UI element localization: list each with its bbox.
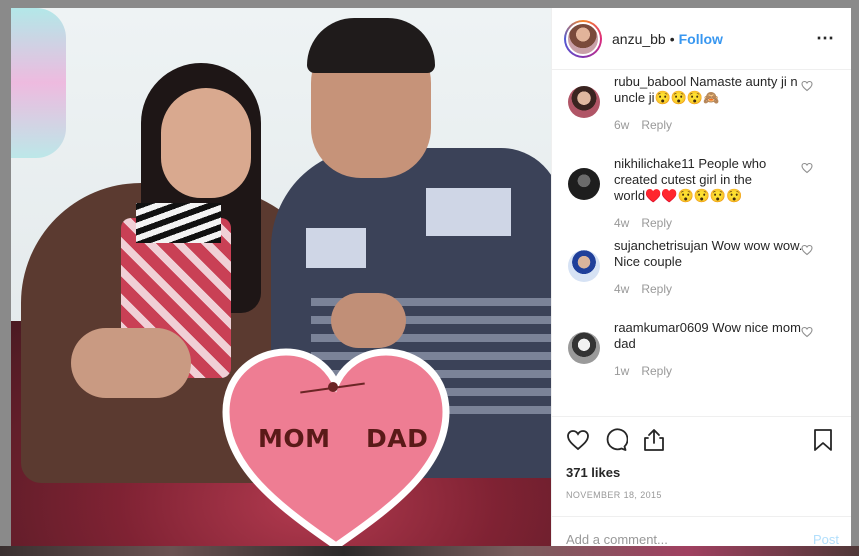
reply-button[interactable]: Reply xyxy=(641,282,672,296)
comment-time[interactable]: 6w xyxy=(614,118,629,132)
post-date: NOVEMBER 18, 2015 xyxy=(566,490,662,500)
background-feed-strip xyxy=(0,546,859,556)
bookmark-icon[interactable] xyxy=(811,428,835,452)
action-bar xyxy=(566,427,835,453)
comment-item: nikhilichake11 People who created cutest… xyxy=(568,152,835,234)
photo-man-hair xyxy=(307,18,435,73)
author-username[interactable]: anzu_bb xyxy=(612,31,666,47)
author-avatar[interactable] xyxy=(564,19,602,58)
heart-sign: MOM DAD xyxy=(218,346,454,548)
commenter-avatar[interactable] xyxy=(568,86,600,118)
reply-button[interactable]: Reply xyxy=(641,364,672,378)
post-modal: MOM DAD anzu_bb • Follow ⋯ rubu_babool N… xyxy=(11,8,851,548)
comment-item: raamkumar0609 Wow nice mom dad 1w Reply xyxy=(568,316,835,398)
heart-label-right: DAD xyxy=(366,424,429,453)
photo-woman-collar xyxy=(136,203,221,243)
commenter-avatar[interactable] xyxy=(568,332,600,364)
post-photo[interactable]: MOM DAD xyxy=(11,8,551,548)
photo-sweater-pattern xyxy=(426,188,511,236)
reply-button[interactable]: Reply xyxy=(641,216,672,230)
heart-outline-icon[interactable] xyxy=(801,326,813,338)
comment-item: sujanchetrisujan Wow wow wow. Nice coupl… xyxy=(568,234,835,316)
follow-button[interactable]: Follow xyxy=(679,31,723,47)
heart-label-left: MOM xyxy=(258,424,331,453)
comment-time[interactable]: 1w xyxy=(614,364,629,378)
comment-username[interactable]: rubu_babool xyxy=(614,74,686,89)
post-header: anzu_bb • Follow ⋯ xyxy=(552,8,851,70)
comment-item: rubu_babool Namaste aunty ji n uncle ji😯… xyxy=(568,70,835,152)
heart-outline-icon[interactable] xyxy=(566,428,590,452)
post-side-panel: anzu_bb • Follow ⋯ rubu_babool Namaste a… xyxy=(551,8,851,548)
heart-outline-icon[interactable] xyxy=(801,80,813,92)
comment-icon[interactable] xyxy=(604,428,628,452)
commenter-avatar[interactable] xyxy=(568,168,600,200)
heart-outline-icon[interactable] xyxy=(801,244,813,256)
photo-sweater-pattern xyxy=(306,228,366,268)
comment-time[interactable]: 4w xyxy=(614,282,629,296)
reply-button[interactable]: Reply xyxy=(641,118,672,132)
commenter-avatar[interactable] xyxy=(568,250,600,282)
comments-list[interactable]: rubu_babool Namaste aunty ji n uncle ji😯… xyxy=(552,70,851,416)
comment-username[interactable]: nikhilichake11 xyxy=(614,156,695,171)
post-actions: 371 likes NOVEMBER 18, 2015 Post xyxy=(552,416,851,548)
heart-nail xyxy=(328,382,338,392)
photo-woman-face xyxy=(161,88,251,198)
comment-username[interactable]: raamkumar0609 xyxy=(614,320,709,335)
likes-count[interactable]: 371 likes xyxy=(566,465,835,480)
heart-outline-icon[interactable] xyxy=(801,162,813,174)
ellipsis-icon[interactable]: ⋯ xyxy=(816,28,835,49)
photo-decoration xyxy=(11,8,66,158)
comment-username[interactable]: sujanchetrisujan xyxy=(614,238,708,253)
photo-hands xyxy=(71,328,191,398)
header-separator: • xyxy=(669,30,675,47)
photo-hand xyxy=(331,293,406,348)
comment-time[interactable]: 4w xyxy=(614,216,629,230)
post-comment-button[interactable]: Post xyxy=(813,532,839,547)
share-icon[interactable] xyxy=(642,428,666,452)
add-comment-input[interactable] xyxy=(566,532,813,547)
